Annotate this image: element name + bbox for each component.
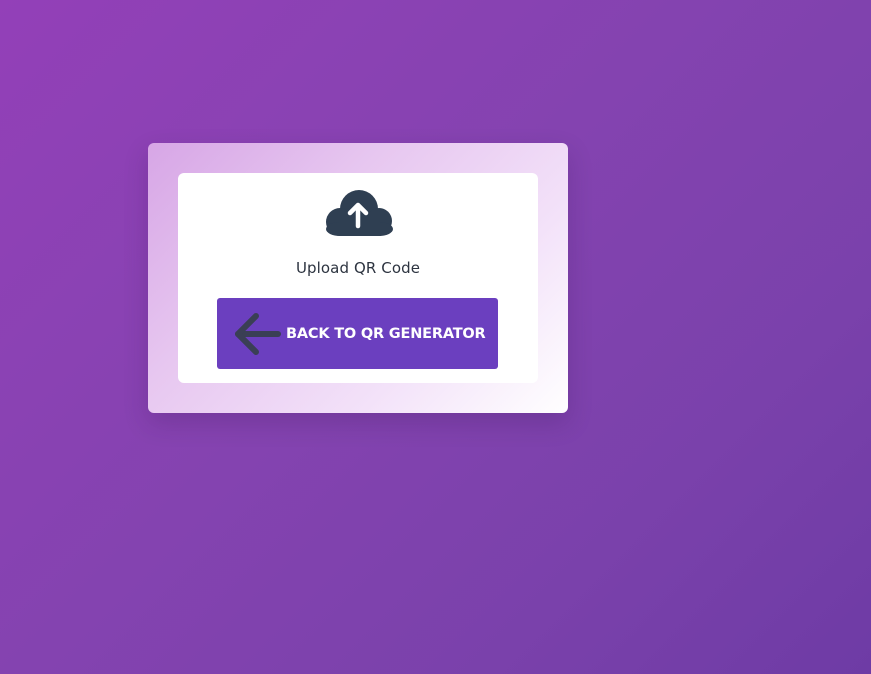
back-button-label: BACK TO QR GENERATOR xyxy=(286,325,486,342)
upload-dropzone[interactable]: Upload QR Code BACK TO QR GENERATOR xyxy=(178,173,538,383)
upload-label: Upload QR Code xyxy=(295,259,421,277)
arrow-left-icon xyxy=(235,312,281,355)
back-to-generator-button[interactable]: BACK TO QR GENERATOR xyxy=(217,298,498,369)
upload-card: Upload QR Code BACK TO QR GENERATOR xyxy=(148,143,568,413)
cloud-upload-icon xyxy=(326,190,393,236)
